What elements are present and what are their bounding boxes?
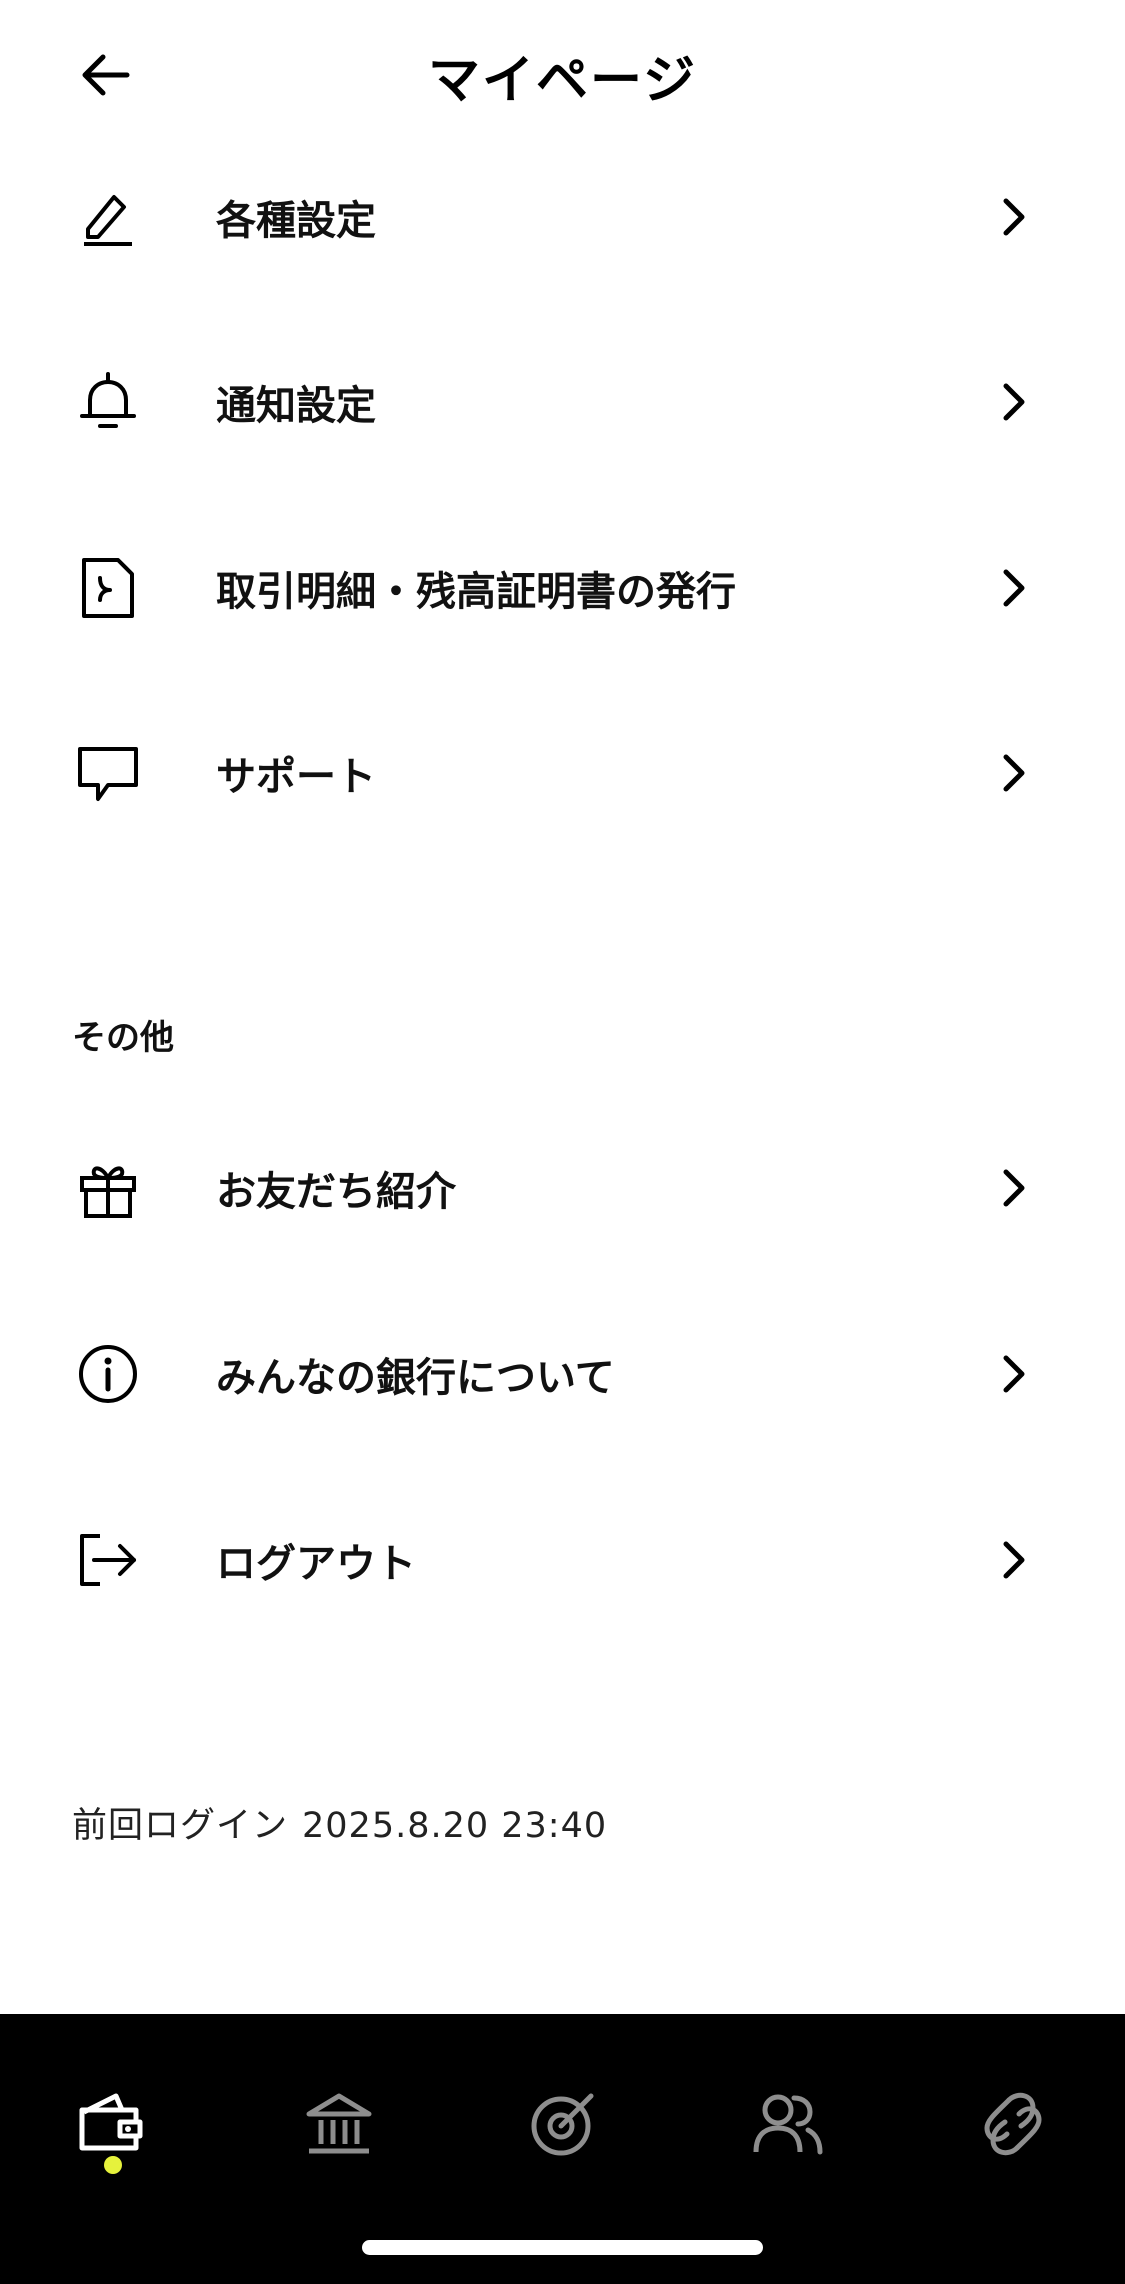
last-login-label: 前回ログイン	[72, 1806, 289, 1846]
menu-item-notifications[interactable]: 通知設定	[0, 327, 1125, 477]
chat-icon	[72, 737, 144, 809]
my-page: マイページ 各種設定 通知設定 取引明細・残高証明書の発行 サポート その他 お…	[0, 0, 1125, 2284]
tab-links[interactable]	[958, 2069, 1068, 2179]
menu-item-label: サポート	[216, 754, 376, 800]
menu-item-label: みんなの銀行について	[216, 1355, 615, 1401]
gift-icon	[72, 1152, 144, 1224]
people-icon	[753, 2094, 823, 2155]
menu-item-referral[interactable]: お友だち紹介	[0, 1113, 1125, 1263]
active-tab-indicator	[104, 2156, 122, 2174]
menu-item-label: 通知設定	[216, 383, 376, 429]
pencil-icon	[72, 181, 144, 253]
menu-item-label: お友だち紹介	[216, 1169, 456, 1215]
tab-goals[interactable]	[508, 2069, 618, 2179]
menu-item-statements[interactable]: 取引明細・残高証明書の発行	[0, 513, 1125, 663]
menu-item-label: 取引明細・残高証明書の発行	[216, 569, 736, 615]
chevron-right-icon	[990, 1350, 1038, 1398]
page-title: マイページ	[428, 51, 697, 111]
bell-icon	[72, 366, 144, 438]
section-title-other: その他	[72, 1018, 174, 1058]
chevron-right-icon	[990, 749, 1038, 797]
chevron-right-icon	[990, 1164, 1038, 1212]
chevron-right-icon	[990, 1536, 1038, 1584]
last-login: 前回ログイン 2025.8.20 23:40	[72, 1797, 607, 1848]
chevron-right-icon	[990, 378, 1038, 426]
bank-icon	[306, 2093, 372, 2154]
menu-item-support[interactable]: サポート	[0, 698, 1125, 848]
menu-item-label: ログアウト	[216, 1541, 416, 1587]
last-login-value: 2025.8.20 23:40	[302, 1806, 608, 1846]
chevron-right-icon	[990, 564, 1038, 612]
home-indicator[interactable]	[362, 2240, 763, 2255]
menu-item-about[interactable]: みんなの銀行について	[0, 1299, 1125, 1449]
tab-people[interactable]	[733, 2069, 843, 2179]
menu-item-settings[interactable]: 各種設定	[0, 142, 1125, 292]
info-icon	[72, 1338, 144, 1410]
tab-bank[interactable]	[284, 2069, 394, 2179]
header: マイページ	[0, 0, 1125, 150]
logout-icon	[72, 1524, 144, 1596]
document-icon	[72, 552, 144, 624]
wallet-icon	[79, 2093, 143, 2151]
menu-item-label: 各種設定	[216, 198, 376, 244]
target-icon	[531, 2093, 594, 2156]
chevron-right-icon	[990, 193, 1038, 241]
link-icon	[984, 2092, 1042, 2156]
menu-item-logout[interactable]: ログアウト	[0, 1485, 1125, 1635]
